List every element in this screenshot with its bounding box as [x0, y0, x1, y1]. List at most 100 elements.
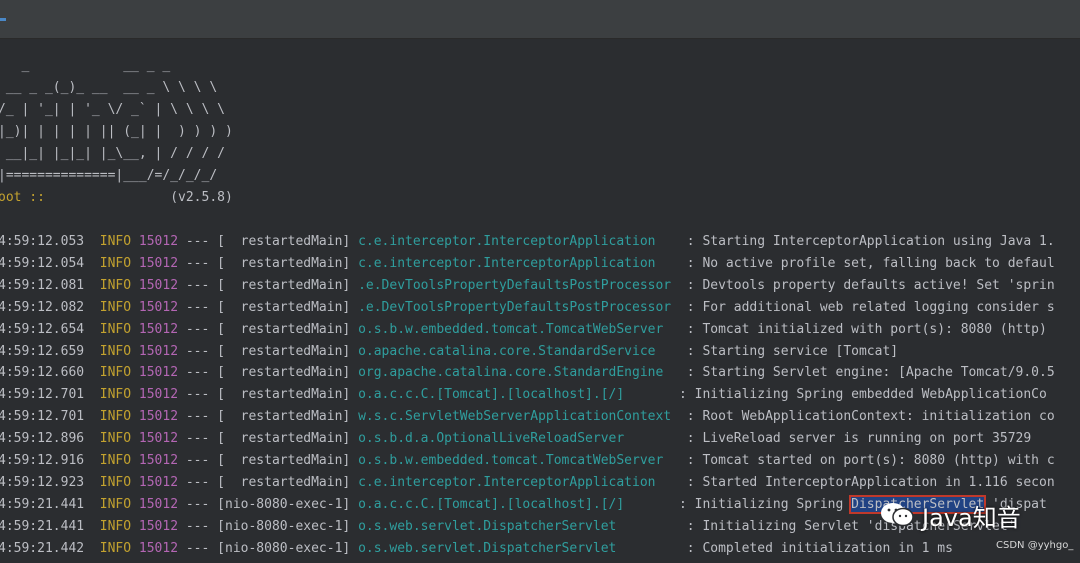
watermark-text: Java知音: [922, 503, 1021, 532]
log-thread: [ restartedMain]: [217, 431, 351, 447]
log-line: 4:59:21.441 INFO 15012 --- [nio-8080-exe…: [0, 516, 1016, 538]
log-pid: 15012: [138, 474, 179, 490]
log-message: : Initializing Spring: [678, 496, 852, 512]
log-logger: o.a.c.c.C.[Tomcat].[localhost].[/]: [358, 387, 672, 403]
log-thread: [ restartedMain]: [217, 343, 351, 359]
log-separator: ---: [185, 299, 210, 315]
log-separator: ---: [185, 409, 210, 425]
run-console[interactable]: _ __ _ _ __ _ _(_)_ __ __ _ \ \ \ \ /_ |…: [0, 39, 1080, 563]
log-logger: .e.DevToolsPropertyDefaultsPostProcessor: [358, 277, 679, 293]
log-level: INFO: [99, 299, 132, 315]
log-line: 4:59:12.660 INFO 15012 --- [ restartedMa…: [0, 362, 1055, 384]
log-thread: [ restartedMain]: [217, 409, 351, 425]
log-timestamp: 4:59:12.081: [0, 277, 85, 293]
log-logger: c.e.interceptor.InterceptorApplication: [358, 255, 679, 271]
log-thread: [ restartedMain]: [217, 255, 351, 271]
log-pid: 15012: [138, 496, 179, 512]
log-pid: 15012: [138, 343, 179, 359]
log-logger: o.s.b.w.embedded.tomcat.TomcatWebServer: [358, 453, 679, 468]
log-message: : Tomcat started on port(s): 8080 (http)…: [686, 453, 1055, 468]
log-level: INFO: [99, 343, 132, 359]
log-line: 4:59:12.916 INFO 15012 --- [ restartedMa…: [0, 450, 1055, 472]
log-level: INFO: [99, 234, 132, 249]
log-thread: [ restartedMain]: [217, 321, 351, 337]
log-thread: [ restartedMain]: [217, 277, 351, 293]
log-separator: ---: [185, 496, 210, 512]
log-separator: ---: [185, 518, 210, 534]
log-message: : LiveReload server is running on port 3…: [686, 431, 1032, 447]
log-logger: o.s.b.d.a.OptionalLiveReloadServer: [358, 431, 679, 447]
log-timestamp: 4:59:12.660: [0, 365, 85, 381]
log-line: 4:59:12.659 INFO 15012 --- [ restartedMa…: [0, 341, 898, 363]
log-separator: ---: [185, 321, 210, 337]
spring-boot-version-line: oot :: (v2.5.8): [0, 187, 233, 209]
log-line: 4:59:12.701 INFO 15012 --- [ restartedMa…: [0, 384, 1047, 406]
log-separator: ---: [185, 365, 210, 381]
log-logger: .e.DevToolsPropertyDefaultsPostProcessor: [358, 299, 679, 315]
log-separator: ---: [185, 453, 210, 468]
log-timestamp: 4:59:12.701: [0, 387, 85, 403]
ide-window: _ __ _ _ __ _ _(_)_ __ __ _ \ \ \ \ /_ |…: [0, 0, 1080, 563]
log-level: INFO: [99, 518, 132, 534]
banner-line: |==============|___/=/_/_/_/: [0, 168, 218, 183]
log-timestamp: 4:59:12.701: [0, 409, 85, 425]
log-message: : Started InterceptorApplication in 1.11…: [686, 474, 1055, 490]
banner-line: __|_| |_|_| |_\__, | / / / /: [0, 146, 225, 161]
active-tab-indicator[interactable]: [0, 18, 6, 21]
log-separator: ---: [185, 387, 210, 403]
log-message: : Starting InterceptorApplication using …: [686, 234, 1055, 249]
log-level: INFO: [99, 277, 132, 293]
log-timestamp: 4:59:21.442: [0, 540, 85, 556]
log-message: : Completed initialization in 1 ms: [686, 540, 953, 556]
log-logger: o.apache.catalina.core.StandardService: [358, 343, 679, 359]
log-separator: ---: [185, 343, 210, 359]
log-thread: [ restartedMain]: [217, 234, 351, 249]
log-pid: 15012: [138, 277, 179, 293]
log-timestamp: 4:59:12.053: [0, 234, 85, 249]
log-pid: 15012: [138, 299, 179, 315]
editor-tab-bar: [0, 0, 1080, 39]
log-pid: 15012: [138, 234, 179, 249]
log-level: INFO: [99, 387, 132, 403]
log-thread: [nio-8080-exec-1]: [217, 540, 351, 556]
log-pid: 15012: [138, 321, 179, 337]
log-message: : Devtools property defaults active! Set…: [686, 277, 1055, 293]
log-timestamp: 4:59:12.054: [0, 255, 85, 271]
log-timestamp: 4:59:12.659: [0, 343, 85, 359]
banner-line: |_)| | | | | || (_| | ) ) ) ): [0, 124, 233, 139]
log-message: : Root WebApplicationContext: initializa…: [686, 409, 1055, 425]
log-logger: o.s.b.w.embedded.tomcat.TomcatWebServer: [358, 321, 679, 337]
log-level: INFO: [99, 474, 132, 490]
log-level: INFO: [99, 409, 132, 425]
log-pid: 15012: [138, 365, 179, 381]
log-level: INFO: [99, 365, 132, 381]
log-thread: [ restartedMain]: [217, 474, 351, 490]
log-separator: ---: [185, 431, 210, 447]
credit-text: CSDN @yyhgo_: [996, 540, 1074, 551]
log-thread: [ restartedMain]: [217, 299, 351, 315]
log-pid: 15012: [138, 255, 179, 271]
log-line: 4:59:12.082 INFO 15012 --- [ restartedMa…: [0, 297, 1055, 319]
log-separator: ---: [185, 277, 210, 293]
log-separator: ---: [185, 474, 210, 490]
log-message: : Tomcat initialized with port(s): 8080 …: [686, 321, 1047, 337]
log-level: INFO: [99, 496, 132, 512]
log-pid: 15012: [138, 431, 179, 447]
banner-line: /_ | '_| | '_ \/ _` | \ \ \ \: [0, 102, 225, 117]
log-message: : No active profile set, falling back to…: [686, 255, 1055, 271]
log-pid: 15012: [138, 409, 179, 425]
log-separator: ---: [185, 255, 210, 271]
log-message: : Starting service [Tomcat]: [686, 343, 899, 359]
log-line: 4:59:12.923 INFO 15012 --- [ restartedMa…: [0, 472, 1055, 494]
log-pid: 15012: [138, 540, 179, 556]
log-line: 4:59:12.701 INFO 15012 --- [ restartedMa…: [0, 406, 1055, 428]
spring-boot-label: oot ::: [0, 190, 45, 205]
watermark: Java知音: [880, 495, 1080, 535]
log-message: : Initializing Spring embedded WebApplic…: [678, 387, 1047, 403]
log-timestamp: 4:59:12.916: [0, 453, 85, 468]
log-logger: o.a.c.c.C.[Tomcat].[localhost].[/]: [358, 496, 672, 512]
log-timestamp: 4:59:12.923: [0, 474, 85, 490]
log-line: 4:59:12.896 INFO 15012 --- [ restartedMa…: [0, 428, 1031, 450]
banner-line: _ __ _ _: [0, 58, 171, 73]
log-line: 4:59:12.654 INFO 15012 --- [ restartedMa…: [0, 319, 1047, 341]
